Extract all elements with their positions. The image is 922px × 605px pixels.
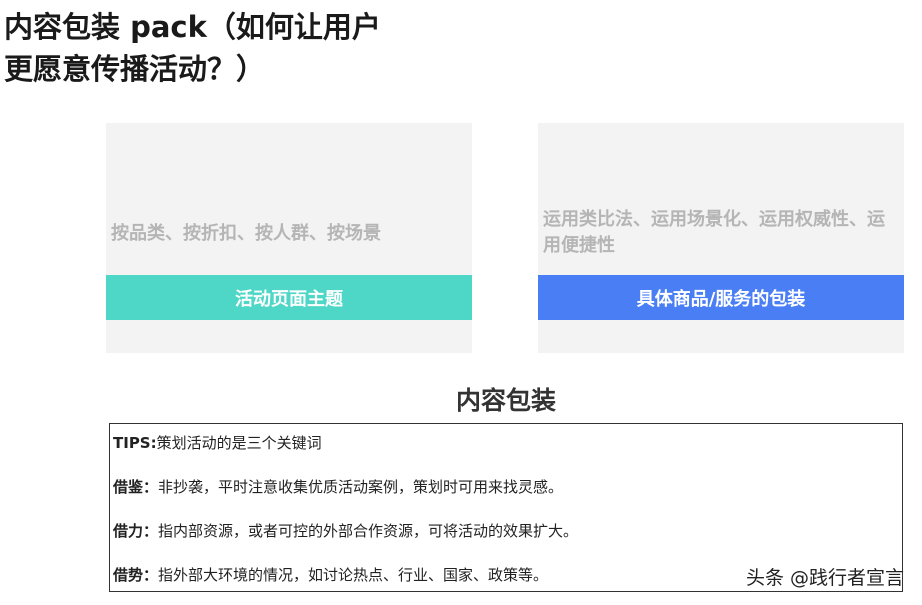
- card-band-product-packaging: 具体商品/服务的包装: [538, 275, 904, 320]
- tip-text: 指内部资源，或者可控的外部合作资源，可将活动的效果扩大。: [158, 522, 579, 540]
- section-title: 内容包装: [455, 386, 556, 415]
- card-band-activity-theme: 活动页面主题: [106, 275, 472, 320]
- card-description: 按品类、按折扣、按人群、按场景: [111, 223, 381, 244]
- tip-item-leverage: 借力：指内部资源，或者可控的外部合作资源，可将活动的效果扩大。: [113, 521, 578, 541]
- tip-label: TIPS:: [113, 434, 157, 452]
- card-activity-theme: 按品类、按折扣、按人群、按场景 活动页面主题: [106, 123, 472, 353]
- page-title: 内容包装 pack（如何让用户 更愿意传播活动？）: [4, 6, 424, 90]
- tip-label: 借势：: [113, 566, 159, 584]
- watermark: 头条 @践行者宣言: [745, 567, 904, 589]
- tip-text: 指外部大环境的情况，如讨论热点、行业、国家、政策等。: [158, 566, 549, 584]
- card-description: 运用类比法、运用场景化、运用权威性、运用便捷性: [543, 209, 885, 256]
- tip-item-momentum: 借势：指外部大环境的情况，如讨论热点、行业、国家、政策等。: [113, 565, 548, 585]
- tip-text: 非抄袭，平时注意收集优质活动案例，策划时可用来找灵感。: [158, 478, 564, 496]
- tip-label: 借鉴：: [113, 478, 159, 496]
- page-title-line-1: 内容包装 pack（如何让用户: [4, 10, 381, 44]
- page-title-line-2: 更愿意传播活动？）: [4, 52, 266, 86]
- tip-item-tips: TIPS:策划活动的是三个关键词: [113, 433, 322, 453]
- tip-label: 借力：: [113, 522, 159, 540]
- tip-text: 策划活动的是三个关键词: [156, 434, 322, 452]
- tip-item-reference: 借鉴：非抄袭，平时注意收集优质活动案例，策划时可用来找灵感。: [113, 477, 563, 497]
- card-product-packaging: 运用类比法、运用场景化、运用权威性、运用便捷性 具体商品/服务的包装: [538, 123, 904, 353]
